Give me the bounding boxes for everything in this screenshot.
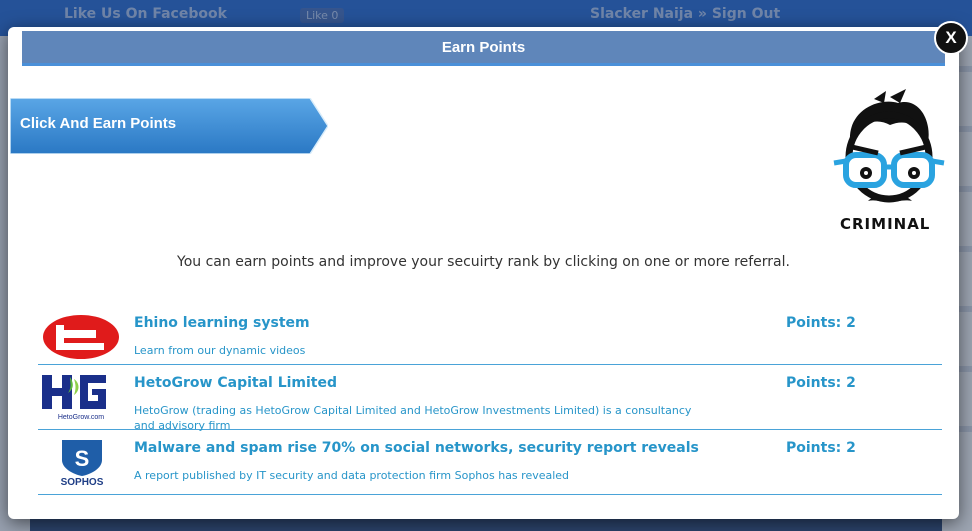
- sophos-logo-caption: SOPHOS: [61, 477, 104, 486]
- referral-description: Learn from our dynamic videos: [134, 344, 306, 357]
- referral-title[interactable]: HetoGrow Capital Limited: [134, 375, 337, 391]
- list-item[interactable]: S SOPHOS Malware and spam rise 70% on so…: [38, 430, 942, 495]
- referral-points: Points: 2: [786, 375, 856, 391]
- ribbon-label: Click And Earn Points: [20, 115, 177, 132]
- list-item[interactable]: Ehino learning system Learn from our dyn…: [38, 305, 942, 365]
- referral-description: HetoGrow (trading as HetoGrow Capital Li…: [134, 404, 692, 432]
- criminal-rank-label: CRIMINAL: [840, 215, 931, 233]
- modal-title: Earn Points: [441, 38, 526, 56]
- referral-description: A report published by IT security and da…: [134, 469, 570, 482]
- close-button[interactable]: X: [934, 21, 968, 55]
- earn-points-modal: Earn Points Click And Earn Points CRIMIN…: [8, 21, 968, 519]
- modal-header: Earn Points: [22, 31, 945, 66]
- ehino-logo-icon[interactable]: [40, 313, 122, 361]
- referral-title[interactable]: Malware and spam rise 70% on social netw…: [134, 440, 699, 456]
- sophos-logo-icon[interactable]: S SOPHOS: [40, 438, 122, 486]
- referral-list: Ehino learning system Learn from our dyn…: [38, 305, 942, 495]
- referral-title[interactable]: Ehino learning system: [134, 315, 310, 331]
- hetogrow-logo-caption: HetoGrow.com: [58, 414, 104, 421]
- intro-text: You can earn points and improve your sec…: [177, 254, 790, 270]
- referral-points: Points: 2: [786, 440, 856, 456]
- svg-text:S: S: [75, 446, 90, 471]
- criminal-mascot-icon: [833, 89, 945, 203]
- hetogrow-logo-icon[interactable]: HetoGrow.com: [40, 373, 122, 421]
- list-item[interactable]: HetoGrow.com HetoGrow Capital Limited He…: [38, 365, 942, 432]
- referral-points: Points: 2: [786, 315, 856, 331]
